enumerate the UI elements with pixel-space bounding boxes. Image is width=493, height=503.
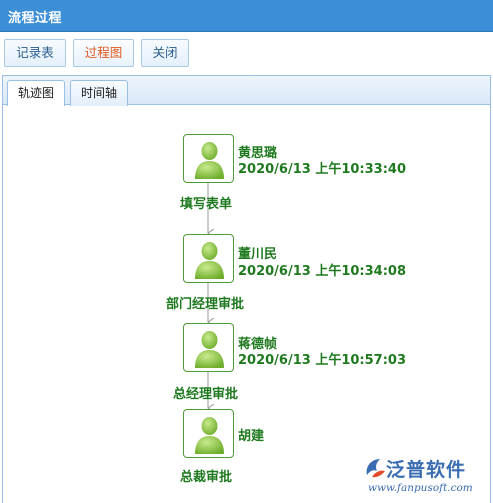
- logo-url: www.fanpusoft.com: [368, 482, 473, 494]
- process-chart-button[interactable]: 过程图: [73, 39, 134, 67]
- fanpu-logo-icon: [366, 459, 385, 478]
- window-titlebar: 流程过程: [0, 0, 493, 32]
- node-1-time: 2020/6/13 上午10:33:40: [238, 162, 407, 177]
- node-1-step: 填写表单: [180, 197, 233, 212]
- record-table-button[interactable]: 记录表: [4, 39, 66, 67]
- user-avatar-icon: [195, 417, 224, 454]
- tab-strip: 轨迹图 时间轴: [3, 76, 490, 106]
- user-avatar-icon: [195, 242, 224, 279]
- flow-node-2[interactable]: [183, 234, 234, 283]
- window-title: 流程过程: [8, 11, 63, 26]
- flow-node-1[interactable]: [183, 134, 234, 183]
- flow-node-3[interactable]: [183, 323, 234, 372]
- node-3-step: 总经理审批: [173, 387, 239, 402]
- user-avatar-icon: [195, 331, 224, 368]
- toolbar: 记录表 过程图 关闭: [0, 32, 493, 73]
- node-3-time: 2020/6/13 上午10:57:03: [238, 353, 407, 368]
- node-2-step: 部门经理审批: [166, 297, 245, 312]
- node-4-step: 总裁审批: [180, 470, 233, 485]
- tab-timeline[interactable]: 时间轴: [70, 80, 128, 106]
- flow-node-4[interactable]: [183, 409, 234, 458]
- close-button[interactable]: 关闭: [141, 39, 189, 67]
- node-4-person: 胡建: [238, 429, 265, 444]
- tab-trajectory[interactable]: 轨迹图: [7, 80, 65, 106]
- fanpu-logo: 泛普软件 www.fanpusoft.com: [362, 455, 492, 500]
- user-avatar-icon: [195, 142, 224, 179]
- logo-brand: 泛普软件: [386, 459, 467, 481]
- node-2-time: 2020/6/13 上午10:34:08: [238, 264, 407, 279]
